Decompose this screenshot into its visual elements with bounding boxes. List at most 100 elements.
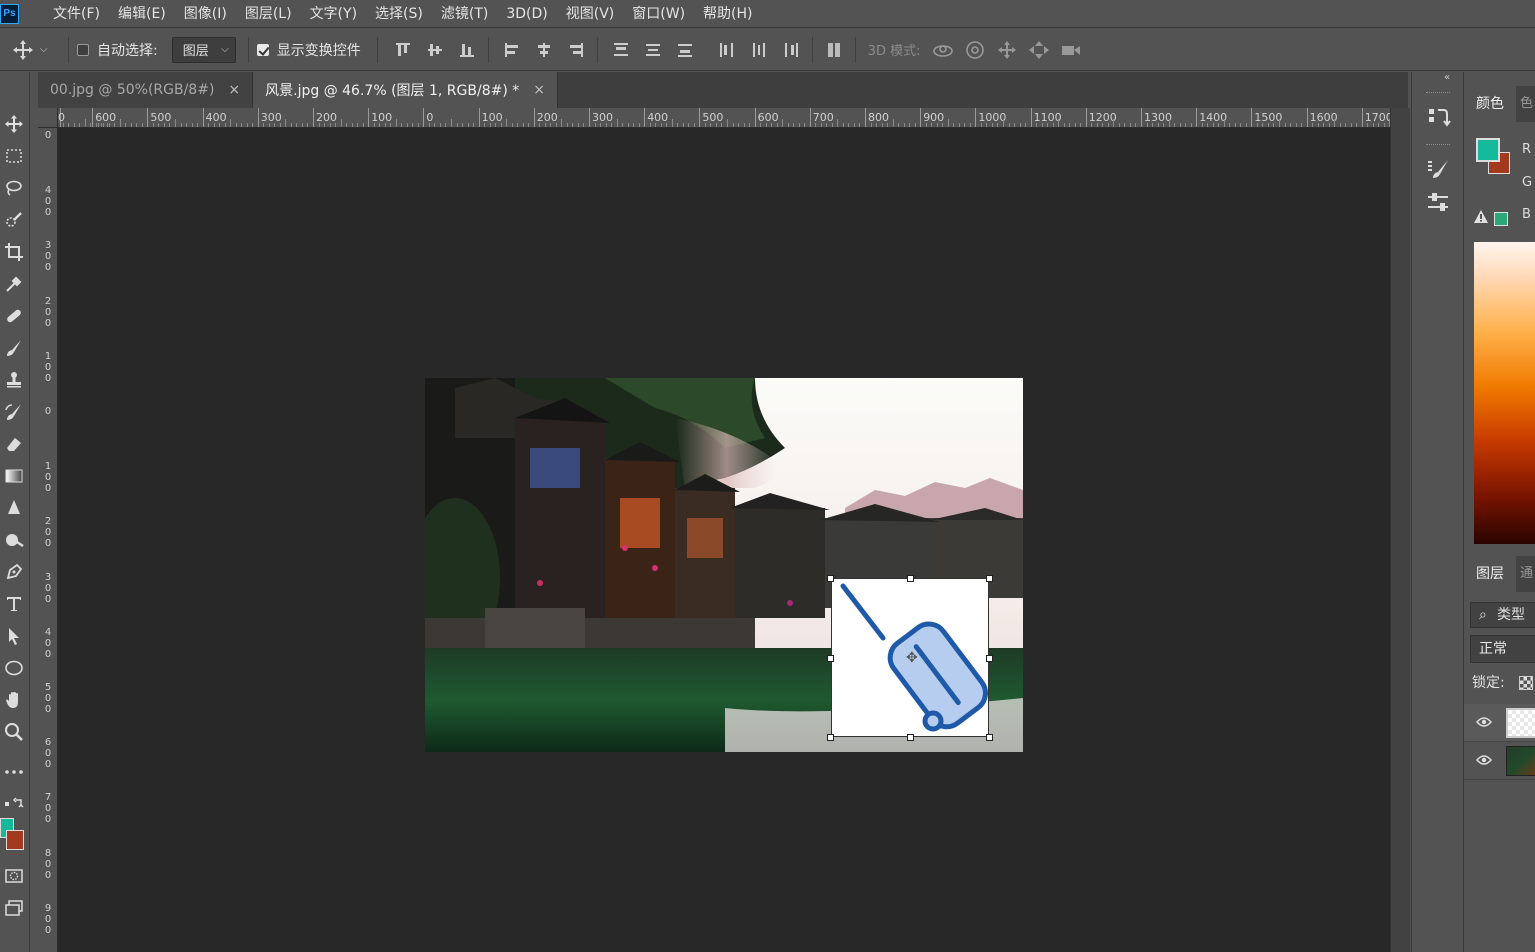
panel-foreground-swatch[interactable] [1476,138,1500,162]
move-tool-preset[interactable]: ⌵ [0,39,60,61]
crop-tool[interactable] [0,238,28,266]
quick-mask-button[interactable] [0,862,28,890]
lasso-tool[interactable] [0,174,28,202]
transform-handle-bc[interactable] [907,734,914,741]
document-tab[interactable]: 00.jpg @ 50%(RGB/8#) × [38,72,254,108]
3d-pan-icon[interactable] [995,39,1019,61]
menu-item[interactable]: 窗口(W) [623,4,694,24]
gamut-warning-icon[interactable] [1474,210,1488,223]
align-left-icon[interactable] [501,39,523,61]
transform-handle-mr[interactable] [986,655,993,662]
pen-tool[interactable] [0,558,28,586]
align-hcenter-icon[interactable] [533,39,555,61]
3d-orbit-icon[interactable] [931,39,955,61]
blur-tool[interactable] [0,494,28,522]
gradient-tool[interactable] [0,462,28,490]
menu-item[interactable]: 视图(V) [557,4,624,24]
path-select-tool[interactable] [0,622,28,650]
tab-swatches[interactable]: 色 [1516,86,1535,122]
3d-slide-icon[interactable] [1027,39,1051,61]
ruler-minor-tick [760,123,762,127]
clone-stamp-tool[interactable] [0,366,28,394]
healing-brush-tool[interactable] [0,302,28,330]
type-tool[interactable] [0,590,28,618]
move-tool[interactable] [0,110,28,138]
marquee-tool[interactable] [0,142,28,170]
ruler-minor-tick [1174,123,1176,127]
layer-row[interactable] [1464,742,1535,780]
zoom-tool[interactable] [0,718,28,746]
hand-tool[interactable] [0,686,28,714]
adjustments-button[interactable] [1424,188,1452,216]
layer-row[interactable] [1464,704,1535,742]
auto-select-checkbox[interactable] [77,43,89,56]
background-color-swatch[interactable] [6,830,24,850]
transform-handle-bl[interactable] [827,734,834,741]
show-transform-checkbox[interactable] [256,43,269,56]
dodge-tool[interactable] [0,526,28,554]
distribute-top-icon[interactable] [610,39,632,61]
auto-align-icon[interactable] [823,39,845,61]
distribute-left-icon[interactable] [716,39,738,61]
3d-roll-icon[interactable] [963,39,987,61]
ruler-tick [865,108,866,127]
close-icon[interactable]: × [228,82,240,98]
brush-settings-button[interactable] [1424,156,1452,184]
swap-colors-button[interactable] [0,790,28,818]
tab-color[interactable]: 颜色 [1464,86,1516,122]
menu-item[interactable]: 图像(I) [175,4,236,24]
eraser-tool[interactable] [0,430,28,458]
layer-filter-dropdown[interactable]: ⌕ 类型 [1470,602,1535,628]
eye-icon[interactable] [1476,716,1492,728]
menu-item[interactable]: 文字(Y) [301,4,366,24]
transform-handle-br[interactable] [986,734,993,741]
grip-icon[interactable] [1426,144,1450,147]
ellipse-tool[interactable] [0,654,28,682]
vertical-scrollbar[interactable] [1390,108,1410,952]
eyedropper-tool[interactable] [0,270,28,298]
tab-channels[interactable]: 通 [1516,556,1535,592]
screen-mode-button[interactable] [0,894,28,922]
collapse-panels-icon[interactable]: « [1444,72,1450,83]
transform-handle-tr[interactable] [986,575,993,582]
transform-handle-tc[interactable] [907,575,914,582]
menu-item[interactable]: 帮助(H) [694,4,761,24]
menu-item[interactable]: 编辑(E) [109,4,175,24]
auto-select-target-dropdown[interactable]: 图层 ⌵ [171,36,236,63]
ruler-minor-tick [577,123,579,127]
distribute-vcenter-icon[interactable] [642,39,664,61]
menu-item[interactable]: 图层(L) [236,4,301,24]
edit-toolbar-button[interactable] [0,758,28,786]
tab-layers[interactable]: 图层 [1464,556,1516,592]
ruler-minor-tick [263,123,265,127]
distribute-right-icon[interactable] [780,39,802,61]
eye-icon[interactable] [1476,754,1492,766]
brush-tool[interactable] [0,334,28,362]
color-spectrum[interactable] [1474,242,1535,544]
ruler-tick [1085,108,1087,127]
blend-mode-dropdown[interactable]: 正常 [1470,635,1535,663]
close-icon[interactable]: × [533,82,545,98]
menu-item[interactable]: 滤镜(T) [432,4,497,24]
3d-camera-icon[interactable] [1059,39,1083,61]
ruler-minor-tick [1118,123,1120,127]
document-tab[interactable]: 风景.jpg @ 46.7% (图层 1, RGB/8#) * × [253,72,558,108]
lock-transparent-pixels-icon[interactable] [1519,676,1533,690]
menu-item[interactable]: 选择(S) [366,4,432,24]
align-right-icon[interactable] [565,39,587,61]
align-bottom-icon[interactable] [456,39,478,61]
menu-item[interactable]: 文件(F) [44,4,109,24]
placed-layer[interactable]: ✥ [831,578,989,737]
transform-handle-ml[interactable] [827,655,834,662]
history-panel-button[interactable] [1424,104,1452,132]
transform-handle-tl[interactable] [827,575,834,582]
history-brush-tool[interactable] [0,398,28,426]
align-top-icon[interactable] [392,39,414,61]
align-vcenter-icon[interactable] [424,39,446,61]
grip-icon[interactable] [1426,92,1450,95]
gamut-swatch[interactable] [1494,212,1508,226]
distribute-bottom-icon[interactable] [674,39,696,61]
quick-select-tool[interactable] [0,206,28,234]
menu-item[interactable]: 3D(D) [497,4,556,24]
distribute-hcenter-icon[interactable] [748,39,770,61]
